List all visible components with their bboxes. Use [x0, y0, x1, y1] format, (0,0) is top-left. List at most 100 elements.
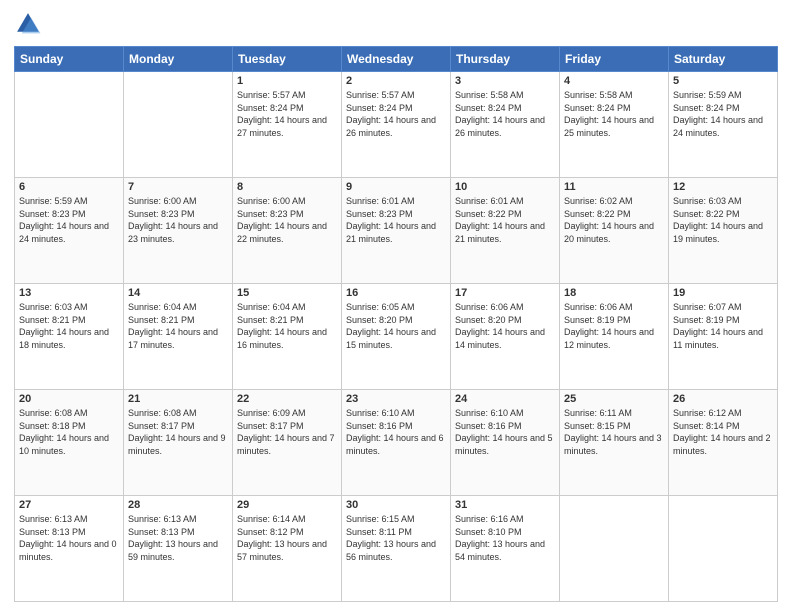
calendar-cell: 3 Sunrise: 5:58 AM Sunset: 8:24 PM Daylig… [451, 72, 560, 178]
calendar-week-1: 1 Sunrise: 5:57 AM Sunset: 8:24 PM Daylig… [15, 72, 778, 178]
calendar-cell: 1 Sunrise: 5:57 AM Sunset: 8:24 PM Daylig… [233, 72, 342, 178]
cell-detail: Sunrise: 5:59 AM Sunset: 8:23 PM Dayligh… [19, 195, 119, 245]
day-number: 8 [237, 181, 337, 193]
cell-detail: Sunrise: 6:07 AM Sunset: 8:19 PM Dayligh… [673, 301, 773, 351]
cell-detail: Sunrise: 6:08 AM Sunset: 8:18 PM Dayligh… [19, 407, 119, 457]
day-number: 7 [128, 181, 228, 193]
calendar-cell: 21 Sunrise: 6:08 AM Sunset: 8:17 PM Dayli… [124, 390, 233, 496]
day-number: 14 [128, 287, 228, 299]
day-number: 17 [455, 287, 555, 299]
day-number: 21 [128, 393, 228, 405]
cell-detail: Sunrise: 6:14 AM Sunset: 8:12 PM Dayligh… [237, 513, 337, 563]
day-number: 30 [346, 499, 446, 511]
page: SundayMondayTuesdayWednesdayThursdayFrid… [0, 0, 792, 612]
weekday-header-row: SundayMondayTuesdayWednesdayThursdayFrid… [15, 47, 778, 72]
day-number: 23 [346, 393, 446, 405]
cell-detail: Sunrise: 6:09 AM Sunset: 8:17 PM Dayligh… [237, 407, 337, 457]
calendar-week-4: 20 Sunrise: 6:08 AM Sunset: 8:18 PM Dayli… [15, 390, 778, 496]
weekday-header-wednesday: Wednesday [342, 47, 451, 72]
calendar-cell: 6 Sunrise: 5:59 AM Sunset: 8:23 PM Daylig… [15, 178, 124, 284]
calendar-cell: 26 Sunrise: 6:12 AM Sunset: 8:14 PM Dayli… [669, 390, 778, 496]
day-number: 2 [346, 75, 446, 87]
weekday-header-saturday: Saturday [669, 47, 778, 72]
cell-detail: Sunrise: 6:10 AM Sunset: 8:16 PM Dayligh… [455, 407, 555, 457]
weekday-header-sunday: Sunday [15, 47, 124, 72]
day-number: 29 [237, 499, 337, 511]
calendar-cell [15, 72, 124, 178]
calendar-cell: 27Sunrise: 6:13 AM Sunset: 8:13 PM Dayli… [15, 496, 124, 602]
cell-detail: Sunrise: 5:57 AM Sunset: 8:24 PM Dayligh… [346, 89, 446, 139]
logo-icon [14, 10, 42, 38]
weekday-header-monday: Monday [124, 47, 233, 72]
calendar-cell: 14 Sunrise: 6:04 AM Sunset: 8:21 PM Dayli… [124, 284, 233, 390]
day-number: 9 [346, 181, 446, 193]
calendar-cell: 13 Sunrise: 6:03 AM Sunset: 8:21 PM Dayli… [15, 284, 124, 390]
calendar-week-3: 13 Sunrise: 6:03 AM Sunset: 8:21 PM Dayli… [15, 284, 778, 390]
calendar-cell: 15 Sunrise: 6:04 AM Sunset: 8:21 PM Dayli… [233, 284, 342, 390]
day-number: 10 [455, 181, 555, 193]
calendar-cell: 18 Sunrise: 6:06 AM Sunset: 8:19 PM Dayli… [560, 284, 669, 390]
cell-detail: Sunrise: 6:06 AM Sunset: 8:20 PM Dayligh… [455, 301, 555, 351]
calendar-cell [124, 72, 233, 178]
cell-detail: Sunrise: 5:59 AM Sunset: 8:24 PM Dayligh… [673, 89, 773, 139]
calendar-cell: 7Sunrise: 6:00 AM Sunset: 8:23 PM Daylig… [124, 178, 233, 284]
calendar-cell: 17 Sunrise: 6:06 AM Sunset: 8:20 PM Dayli… [451, 284, 560, 390]
calendar-cell: 29 Sunrise: 6:14 AM Sunset: 8:12 PM Dayli… [233, 496, 342, 602]
cell-detail: Sunrise: 6:06 AM Sunset: 8:19 PM Dayligh… [564, 301, 664, 351]
calendar-cell: 5 Sunrise: 5:59 AM Sunset: 8:24 PM Daylig… [669, 72, 778, 178]
day-number: 22 [237, 393, 337, 405]
day-number: 15 [237, 287, 337, 299]
calendar-cell: 8 Sunrise: 6:00 AM Sunset: 8:23 PM Daylig… [233, 178, 342, 284]
cell-detail: Sunrise: 6:00 AM Sunset: 8:23 PM Dayligh… [237, 195, 337, 245]
cell-detail: Sunrise: 6:04 AM Sunset: 8:21 PM Dayligh… [128, 301, 228, 351]
weekday-header-friday: Friday [560, 47, 669, 72]
cell-detail: Sunrise: 6:16 AM Sunset: 8:10 PM Dayligh… [455, 513, 555, 563]
calendar-cell [560, 496, 669, 602]
day-number: 24 [455, 393, 555, 405]
cell-detail: Sunrise: 5:57 AM Sunset: 8:24 PM Dayligh… [237, 89, 337, 139]
day-number: 16 [346, 287, 446, 299]
day-number: 26 [673, 393, 773, 405]
calendar-week-2: 6 Sunrise: 5:59 AM Sunset: 8:23 PM Daylig… [15, 178, 778, 284]
cell-detail: Sunrise: 6:03 AM Sunset: 8:21 PM Dayligh… [19, 301, 119, 351]
cell-detail: Sunrise: 5:58 AM Sunset: 8:24 PM Dayligh… [455, 89, 555, 139]
calendar-cell: 16 Sunrise: 6:05 AM Sunset: 8:20 PM Dayli… [342, 284, 451, 390]
calendar-cell: 31Sunrise: 6:16 AM Sunset: 8:10 PM Dayli… [451, 496, 560, 602]
cell-detail: Sunrise: 6:13 AM Sunset: 8:13 PM Dayligh… [128, 513, 228, 563]
weekday-header-thursday: Thursday [451, 47, 560, 72]
calendar-cell: 10Sunrise: 6:01 AM Sunset: 8:22 PM Dayli… [451, 178, 560, 284]
calendar-cell [669, 496, 778, 602]
calendar-cell: 4 Sunrise: 5:58 AM Sunset: 8:24 PM Daylig… [560, 72, 669, 178]
day-number: 11 [564, 181, 664, 193]
day-number: 18 [564, 287, 664, 299]
day-number: 20 [19, 393, 119, 405]
day-number: 6 [19, 181, 119, 193]
calendar-cell: 23 Sunrise: 6:10 AM Sunset: 8:16 PM Dayli… [342, 390, 451, 496]
cell-detail: Sunrise: 6:05 AM Sunset: 8:20 PM Dayligh… [346, 301, 446, 351]
cell-detail: Sunrise: 6:11 AM Sunset: 8:15 PM Dayligh… [564, 407, 664, 457]
calendar-cell: 25 Sunrise: 6:11 AM Sunset: 8:15 PM Dayli… [560, 390, 669, 496]
cell-detail: Sunrise: 6:01 AM Sunset: 8:23 PM Dayligh… [346, 195, 446, 245]
calendar-cell: 22 Sunrise: 6:09 AM Sunset: 8:17 PM Dayli… [233, 390, 342, 496]
calendar-week-5: 27Sunrise: 6:13 AM Sunset: 8:13 PM Dayli… [15, 496, 778, 602]
cell-detail: Sunrise: 6:04 AM Sunset: 8:21 PM Dayligh… [237, 301, 337, 351]
cell-detail: Sunrise: 6:10 AM Sunset: 8:16 PM Dayligh… [346, 407, 446, 457]
day-number: 5 [673, 75, 773, 87]
cell-detail: Sunrise: 6:12 AM Sunset: 8:14 PM Dayligh… [673, 407, 773, 457]
header [14, 10, 778, 38]
calendar-cell: 9 Sunrise: 6:01 AM Sunset: 8:23 PM Daylig… [342, 178, 451, 284]
calendar-cell: 2 Sunrise: 5:57 AM Sunset: 8:24 PM Daylig… [342, 72, 451, 178]
day-number: 25 [564, 393, 664, 405]
cell-detail: Sunrise: 6:15 AM Sunset: 8:11 PM Dayligh… [346, 513, 446, 563]
cell-detail: Sunrise: 6:08 AM Sunset: 8:17 PM Dayligh… [128, 407, 228, 457]
day-number: 12 [673, 181, 773, 193]
cell-detail: Sunrise: 5:58 AM Sunset: 8:24 PM Dayligh… [564, 89, 664, 139]
day-number: 28 [128, 499, 228, 511]
logo [14, 10, 44, 38]
day-number: 13 [19, 287, 119, 299]
day-number: 3 [455, 75, 555, 87]
calendar-cell: 24 Sunrise: 6:10 AM Sunset: 8:16 PM Dayli… [451, 390, 560, 496]
calendar-cell: 11Sunrise: 6:02 AM Sunset: 8:22 PM Dayli… [560, 178, 669, 284]
day-number: 4 [564, 75, 664, 87]
day-number: 1 [237, 75, 337, 87]
